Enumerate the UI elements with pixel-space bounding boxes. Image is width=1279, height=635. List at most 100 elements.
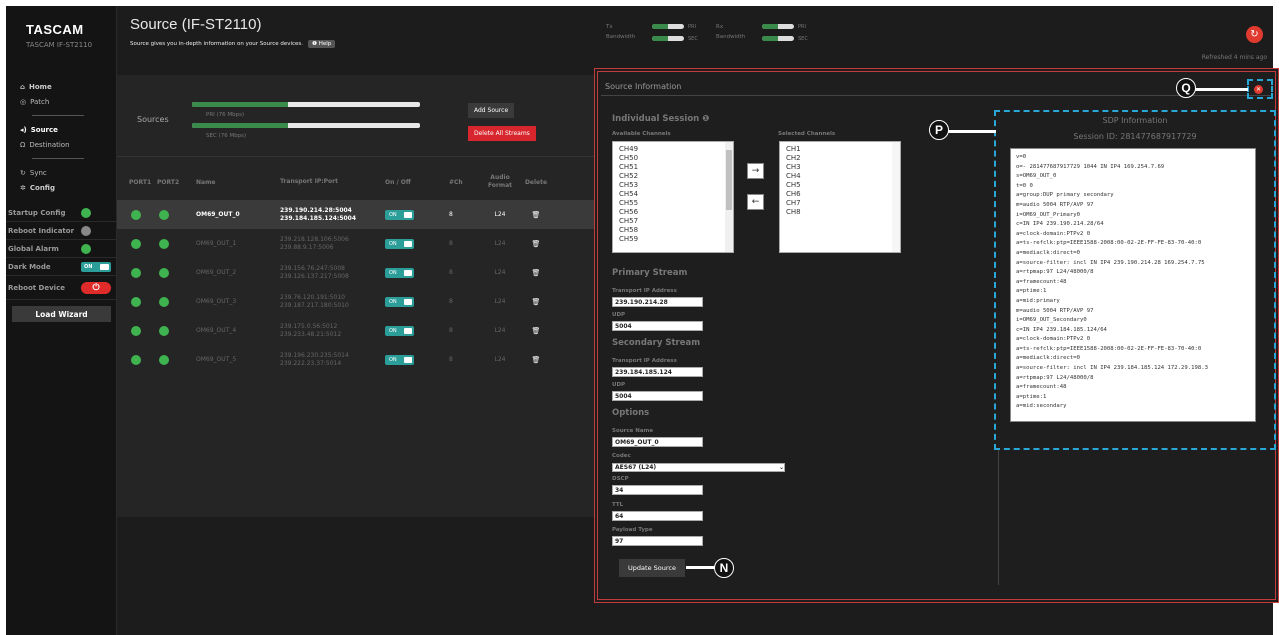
list-item[interactable]: CH57 (619, 217, 733, 226)
load-wizard-button[interactable]: Load Wizard (12, 306, 111, 322)
reboot-power-button[interactable]: ⏻ (81, 281, 111, 294)
list-item[interactable]: CH53 (619, 181, 733, 190)
row-channels: 8 (449, 269, 453, 276)
refresh-button[interactable]: ↻ (1246, 26, 1263, 43)
available-channels-list[interactable]: CH49 CH50 CH51 CH52 CH53 CH54 CH55 CH56 CH57 CH58… (612, 141, 734, 253)
global-alarm-status (81, 243, 91, 254)
secondary-udp-input[interactable]: 5004 (612, 391, 703, 401)
page-subtitle: Source gives you in-depth information on… (130, 40, 336, 48)
table-row[interactable]: OM69_OUT_3 239.76.120.191:5010 239.187.217… (117, 287, 597, 316)
trash-icon[interactable]: 🗑 (532, 269, 541, 277)
table-row[interactable]: OM69_OUT_4 239.175.0.56:5012 239.233.48.21… (117, 316, 597, 345)
on-off-toggle[interactable]: ON (385, 296, 414, 307)
divider (601, 95, 1272, 96)
rx-bandwidth: Rx Bandwidth (716, 24, 746, 40)
add-source-button[interactable]: Add Source (468, 103, 515, 118)
individual-session-heading: Individual Session ❶ (612, 114, 710, 124)
codec-label: Codec (612, 453, 631, 459)
list-item[interactable]: CH3 (786, 163, 900, 172)
trash-icon[interactable]: 🗑 (532, 211, 541, 219)
port2-status (159, 325, 169, 336)
payload-type-input[interactable]: 97 (612, 536, 703, 546)
startup-config-status (81, 207, 91, 218)
source-name-input[interactable]: OM69_OUT_0 (612, 437, 703, 447)
list-item[interactable]: CH56 (619, 208, 733, 217)
reboot-indicator-row: Reboot Indicator (6, 222, 117, 240)
rx-sec-bar (762, 36, 794, 41)
list-item[interactable]: CH1 (786, 145, 900, 154)
row-channels: 8 (449, 356, 453, 363)
list-item[interactable]: CH59 (619, 235, 733, 244)
remove-channel-button[interactable]: ← (747, 194, 764, 210)
port1-status (131, 267, 141, 278)
row-name: OM69_OUT_1 (196, 240, 237, 247)
divider (998, 450, 999, 585)
page-title: Source (IF-ST2110) (130, 16, 262, 33)
sidebar-item-patch[interactable]: ◎ Patch (6, 94, 117, 109)
scrollbar[interactable] (892, 142, 900, 252)
dark-mode-toggle[interactable]: ON (81, 261, 111, 272)
source-information-title: Source Information (605, 82, 682, 91)
list-item[interactable]: CH50 (619, 154, 733, 163)
row-channels: 8 (449, 240, 453, 247)
on-off-toggle[interactable]: ON (385, 209, 414, 220)
callout-leader (686, 566, 716, 569)
secondary-udp-label: UDP (612, 382, 626, 388)
table-row[interactable]: OM69_OUT_2 239.156.76.247:5008 239.126.137… (117, 258, 597, 287)
delete-all-streams-button[interactable]: Delete All Streams (468, 126, 536, 141)
pri-bandwidth-bar (192, 102, 420, 107)
on-off-toggle[interactable]: ON (385, 354, 414, 365)
sidebar-item-config[interactable]: ✲ Config (6, 180, 117, 195)
row-name: OM69_OUT_5 (196, 356, 237, 363)
close-button[interactable]: ✕ (1254, 85, 1263, 94)
on-off-toggle[interactable]: ON (385, 267, 414, 278)
list-item[interactable]: CH52 (619, 172, 733, 181)
selected-channels-list[interactable]: CH1 CH2 CH3 CH4 CH5 CH6 CH7 CH8 (779, 141, 901, 253)
secondary-ip-input[interactable]: 239.184.185.124 (612, 367, 703, 377)
trash-icon[interactable]: 🗑 (532, 298, 541, 306)
table-row[interactable]: OM69_OUT_5 239.196.230.235:5014 239.222.23… (117, 345, 597, 374)
sidebar-item-home[interactable]: ⌂ Home (6, 79, 117, 94)
table-row[interactable]: OM69_OUT_0 239.190.214.28:5004 239.184.185… (117, 200, 597, 229)
trash-icon[interactable]: 🗑 (532, 327, 541, 335)
help-button[interactable]: ❶ Help (308, 40, 336, 48)
list-item[interactable]: CH58 (619, 226, 733, 235)
sidebar-item-source[interactable]: ◂) Source (6, 122, 117, 137)
list-item[interactable]: CH5 (786, 181, 900, 190)
row-transport: 239.196.230.235:5014 239.222.23.37:5014 (280, 351, 349, 367)
primary-ip-input[interactable]: 239.190.214.28 (612, 297, 703, 307)
row-format: L24 (494, 355, 506, 363)
trash-icon[interactable]: 🗑 (532, 356, 541, 364)
list-item[interactable]: CH55 (619, 199, 733, 208)
port2-status (159, 209, 169, 220)
trash-icon[interactable]: 🗑 (532, 240, 541, 248)
list-item[interactable]: CH2 (786, 154, 900, 163)
power-icon: ⏻ (92, 282, 100, 293)
list-item[interactable]: CH4 (786, 172, 900, 181)
primary-ip-label: Transport IP Address (612, 288, 677, 294)
on-off-toggle[interactable]: ON (385, 238, 414, 249)
ttl-input[interactable]: 64 (612, 511, 703, 521)
codec-select[interactable]: AES67 (L24) ⌄ (612, 463, 785, 472)
sidebar-item-sync[interactable]: ↻ Sync (6, 165, 117, 180)
port2-status (159, 354, 169, 365)
sidebar-item-destination[interactable]: Ω Destination (6, 137, 117, 152)
list-item[interactable]: CH49 (619, 145, 733, 154)
on-off-toggle[interactable]: ON (385, 325, 414, 336)
tx-bandwidth: Tx Bandwidth (606, 24, 636, 40)
add-channel-button[interactable]: → (747, 163, 764, 179)
tascam-logo: TASCAM (26, 22, 84, 37)
list-item[interactable]: CH6 (786, 190, 900, 199)
list-item[interactable]: CH7 (786, 199, 900, 208)
list-item[interactable]: CH8 (786, 208, 900, 217)
global-alarm-row: Global Alarm (6, 240, 117, 258)
payload-type-label: Payload Type (612, 527, 653, 533)
list-item[interactable]: CH51 (619, 163, 733, 172)
update-source-button[interactable]: Update Source (619, 559, 685, 577)
primary-udp-input[interactable]: 5004 (612, 321, 703, 331)
scrollbar[interactable] (725, 142, 733, 252)
list-item[interactable]: CH54 (619, 190, 733, 199)
dscp-input[interactable]: 34 (612, 485, 703, 495)
row-format: L24 (494, 268, 506, 276)
table-row[interactable]: OM69_OUT_1 239.218.128.106:5006 239.88.9.1… (117, 229, 597, 258)
